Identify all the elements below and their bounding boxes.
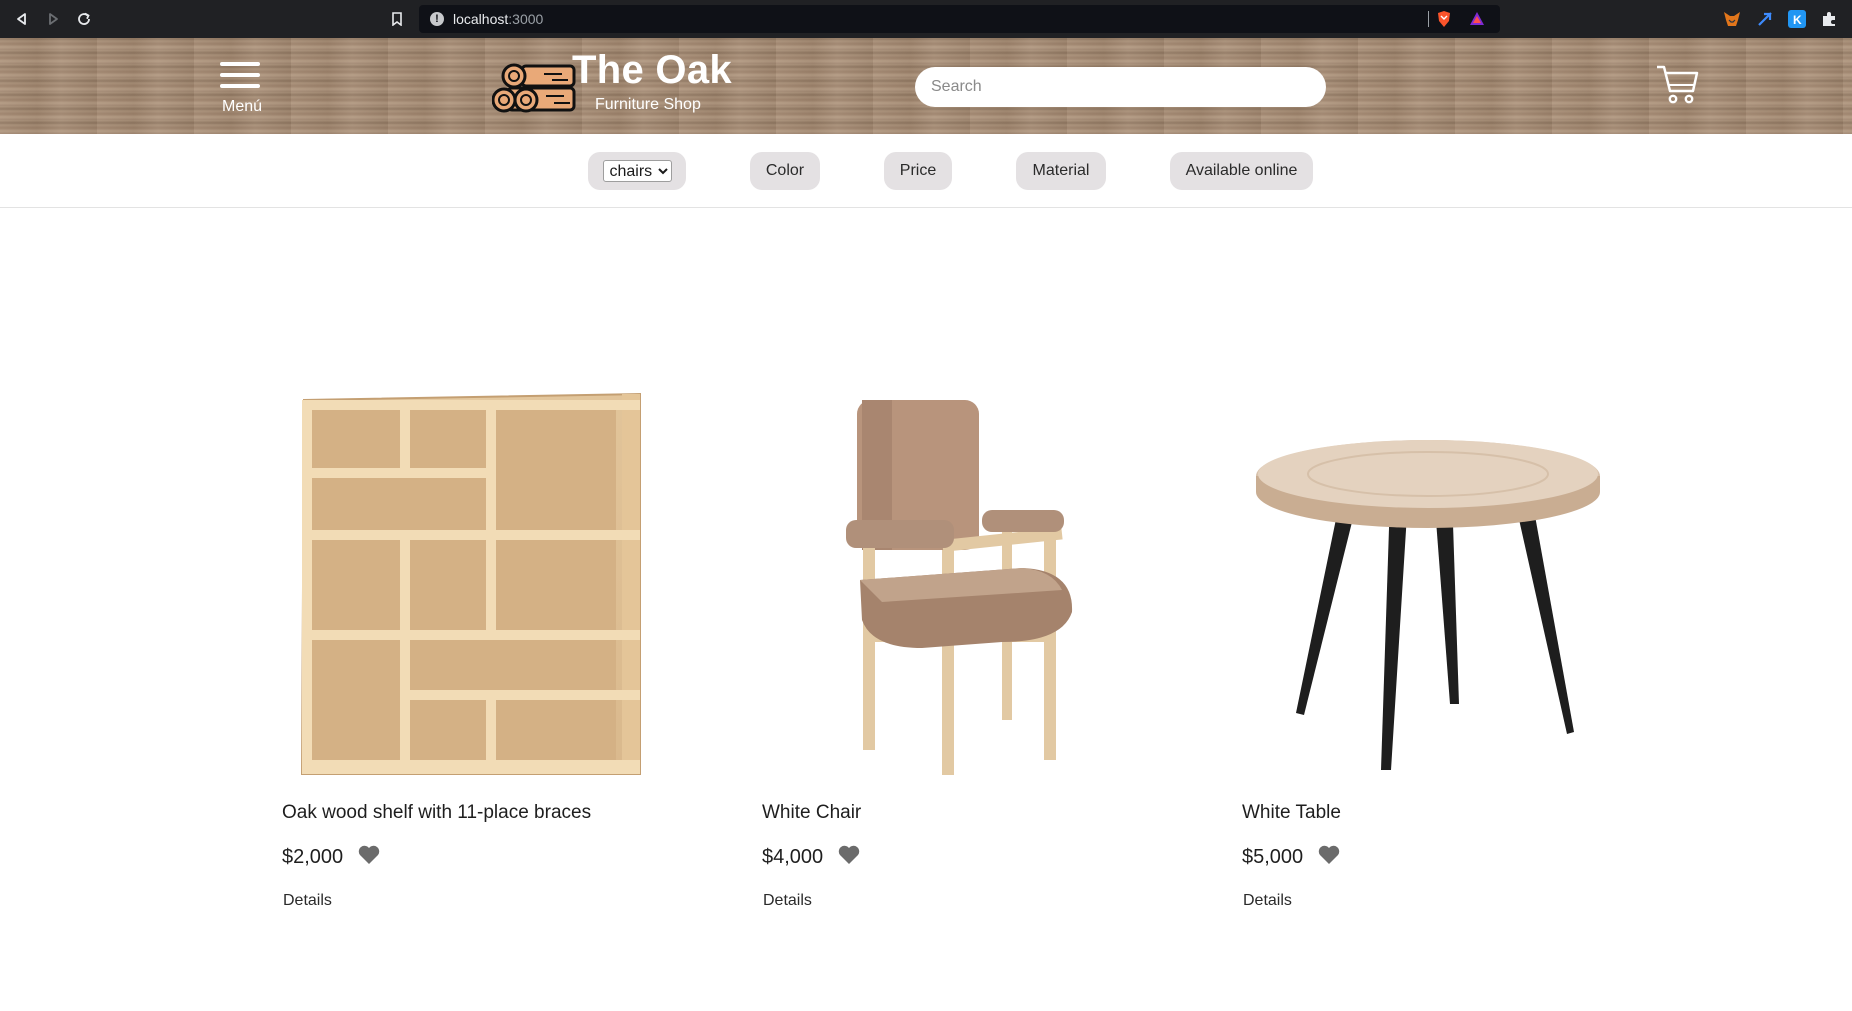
metamask-fox-icon[interactable] <box>1723 10 1741 28</box>
heart-favorite-icon[interactable] <box>837 844 861 866</box>
brand-subtitle: Furniture Shop <box>595 96 701 113</box>
product-price: $4,000 <box>762 846 824 868</box>
product-price: $2,000 <box>282 846 344 868</box>
brand-title[interactable]: The Oak <box>572 48 732 93</box>
browser-toolbar: ! localhost:3000 K <box>0 0 1852 38</box>
hamburger-bar-icon <box>220 73 260 77</box>
product-image-round-table[interactable] <box>1242 380 1672 780</box>
url-port: :3000 <box>508 11 544 27</box>
address-bar-divider <box>1428 11 1429 27</box>
material-filter-button[interactable]: Material <box>1016 152 1106 190</box>
details-link[interactable]: Details <box>283 892 332 910</box>
filter-bar: chairs Color Price Material Available on… <box>0 134 1852 208</box>
menu-label: Menú <box>222 98 263 115</box>
brave-rewards-icon[interactable] <box>1469 11 1485 32</box>
url-text: localhost:3000 <box>453 11 543 27</box>
price-filter-button[interactable]: Price <box>884 152 952 190</box>
product-image-armchair[interactable] <box>762 380 1192 780</box>
product-name[interactable]: White Chair <box>762 802 861 824</box>
category-select[interactable]: chairs <box>602 160 672 182</box>
address-bar[interactable]: ! localhost:3000 <box>419 5 1500 33</box>
shopping-cart-icon[interactable] <box>1655 63 1699 105</box>
color-filter-button[interactable]: Color <box>750 152 820 190</box>
logs-logo-icon[interactable] <box>491 58 582 120</box>
product-card: White Chair $4,000 Details <box>762 380 1192 920</box>
product-name[interactable]: Oak wood shelf with 11-place braces <box>282 802 591 824</box>
details-link[interactable]: Details <box>763 892 812 910</box>
hamburger-bar-icon <box>220 84 260 88</box>
svg-text:K: K <box>1793 13 1802 27</box>
search-input[interactable] <box>915 67 1326 107</box>
menu-button[interactable]: Menú <box>218 62 268 118</box>
rocket-extension-icon[interactable] <box>1756 10 1774 28</box>
product-name[interactable]: White Table <box>1242 802 1341 824</box>
hamburger-bar-icon <box>220 62 260 66</box>
product-image-bookshelf[interactable] <box>282 380 712 780</box>
site-info-icon[interactable]: ! <box>430 12 444 26</box>
k-extension-icon[interactable]: K <box>1788 10 1806 28</box>
bookmark-icon[interactable] <box>387 9 407 29</box>
details-link[interactable]: Details <box>1243 892 1292 910</box>
product-card: Oak wood shelf with 11-place braces $2,0… <box>282 380 712 920</box>
puzzle-extensions-icon[interactable] <box>1820 10 1838 28</box>
product-price: $5,000 <box>1242 846 1304 868</box>
url-host: localhost <box>453 11 509 27</box>
available-online-filter-button[interactable]: Available online <box>1170 152 1313 190</box>
back-arrow-icon[interactable] <box>12 9 32 29</box>
reload-icon[interactable] <box>74 9 94 29</box>
product-card: White Table $5,000 Details <box>1242 380 1672 920</box>
brave-shields-icon[interactable] <box>1436 10 1452 33</box>
heart-favorite-icon[interactable] <box>1317 844 1341 866</box>
category-filter: chairs <box>588 152 686 190</box>
forward-arrow-icon[interactable] <box>43 9 63 29</box>
heart-favorite-icon[interactable] <box>357 844 381 866</box>
site-header: Menú The Oak Furniture Shop <box>0 38 1852 134</box>
